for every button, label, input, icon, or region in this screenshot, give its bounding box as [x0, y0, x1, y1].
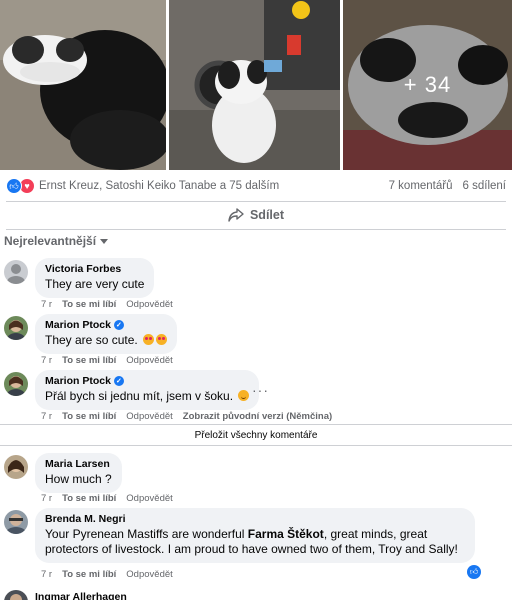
- more-photos-count: + 34: [403, 72, 452, 97]
- comment-text: Your Pyrenean Mastiffs are wonderful Far…: [45, 527, 465, 557]
- like-comment-button[interactable]: To se mi líbí: [62, 493, 116, 504]
- comment-time[interactable]: 7 r: [41, 411, 52, 422]
- reply-button[interactable]: Odpovědět: [126, 355, 172, 366]
- share-arrow-icon: [228, 208, 244, 222]
- comment-text: They are so cute.: [45, 333, 168, 348]
- like-comment-button[interactable]: To se mi líbí: [62, 355, 116, 366]
- comment-actions: 7 r To se mi líbí Odpovědět Zobrazit pův…: [41, 411, 332, 422]
- comment-bubble: Marion Ptock ✓ Přál bych si jednu mít, j…: [35, 370, 260, 410]
- comment-text-body: They are so cute.: [45, 333, 138, 347]
- comment-bubble: Victoria Forbes They are very cute: [35, 258, 155, 298]
- comment-author-row: Marion Ptock ✓: [45, 375, 249, 387]
- comment-like-reaction-icon[interactable]: 👍︎: [467, 565, 481, 579]
- comment: Ingmar Allerhagen: [4, 588, 127, 600]
- comment-actions: 7 r To se mi líbí Odpovědět: [41, 299, 173, 310]
- comment-actions: 7 r To se mi líbí Odpovědět: [41, 355, 173, 366]
- avatar[interactable]: [4, 590, 28, 600]
- photo-puppy-with-toy[interactable]: [169, 0, 340, 170]
- translate-all-button[interactable]: Přeložit všechny komentáře: [0, 424, 512, 446]
- comment-text-part: Your Pyrenean Mastiffs are wonderful: [45, 527, 248, 541]
- comment: Victoria Forbes They are very cute: [4, 258, 155, 298]
- reaction-icons[interactable]: 👍︎ ♥: [6, 178, 35, 194]
- comment-sort-dropdown[interactable]: Nejrelevantnější: [4, 232, 109, 250]
- comment-bubble: Marion Ptock ✓ They are so cute.: [35, 314, 178, 354]
- comment-time[interactable]: 7 r: [41, 355, 52, 366]
- comment-text-body: Přál bych si jednu mít, jsem v šoku.: [45, 389, 234, 403]
- reply-button[interactable]: Odpovědět: [126, 411, 172, 422]
- share-button[interactable]: Sdílet: [0, 202, 512, 228]
- comment-author[interactable]: Maria Larsen: [45, 458, 112, 470]
- heart-eyes-emoji-icon: [156, 334, 168, 345]
- see-original-link[interactable]: Zobrazit původní verzi (Němčina): [183, 411, 332, 422]
- reply-button[interactable]: Odpovědět: [126, 299, 172, 310]
- shares-count-link[interactable]: 6 sdílení: [463, 180, 506, 192]
- photo-grid: + 34: [0, 0, 512, 170]
- photo-sleeping-puppies[interactable]: + 34: [343, 0, 512, 170]
- share-label: Sdílet: [249, 208, 285, 222]
- reply-button[interactable]: Odpovědět: [126, 569, 172, 580]
- avatar[interactable]: [4, 316, 28, 340]
- reply-button[interactable]: Odpovědět: [126, 493, 172, 504]
- comment: Marion Ptock ✓ Přál bych si jednu mít, j…: [4, 370, 260, 410]
- reaction-names[interactable]: Ernst Kreuz, Satoshi Keiko Tanabe a 75 d…: [39, 180, 279, 192]
- smile-emoji-icon: [238, 390, 250, 401]
- comment-author[interactable]: Victoria Forbes: [45, 263, 144, 275]
- comment-time[interactable]: 7 r: [41, 299, 52, 310]
- chevron-down-icon: [100, 239, 109, 244]
- divider: [6, 229, 506, 230]
- like-comment-button[interactable]: To se mi líbí: [62, 569, 116, 580]
- avatar[interactable]: [4, 372, 28, 396]
- verified-badge-icon: ✓: [113, 320, 124, 330]
- comment-author[interactable]: Ingmar Allerhagen: [35, 591, 127, 600]
- more-photos-overlay[interactable]: + 34: [343, 0, 512, 170]
- translate-all-label: Přeložit všechny komentáře: [194, 429, 318, 441]
- comments-count-link[interactable]: 7 komentářů: [389, 180, 453, 192]
- comment: Marion Ptock ✓ They are so cute.: [4, 314, 178, 354]
- mentioned-page-link[interactable]: Farma Štěkot: [248, 527, 324, 541]
- comment-author-row: Marion Ptock ✓: [45, 319, 167, 331]
- comment: Brenda M. Negri Your Pyrenean Mastiffs a…: [4, 508, 475, 563]
- comment: Maria Larsen How much ?: [4, 453, 122, 493]
- comment-text: How much ?: [45, 472, 112, 486]
- avatar[interactable]: [4, 455, 28, 479]
- comment-time[interactable]: 7 r: [41, 493, 52, 504]
- reaction-summary: 👍︎ ♥ Ernst Kreuz, Satoshi Keiko Tanabe a…: [0, 172, 512, 200]
- like-reaction-icon: 👍︎: [6, 178, 22, 194]
- comment-text: They are very cute: [45, 277, 145, 291]
- heart-eyes-emoji-icon: [143, 334, 155, 345]
- avatar[interactable]: [4, 510, 28, 534]
- comment-bubble: Ingmar Allerhagen: [35, 588, 127, 600]
- verified-badge-icon: ✓: [113, 376, 124, 386]
- comment-text: Přál bych si jednu mít, jsem v šoku.: [45, 389, 250, 404]
- comment-author[interactable]: Brenda M. Negri: [45, 513, 465, 525]
- comment-bubble: Brenda M. Negri Your Pyrenean Mastiffs a…: [35, 508, 475, 563]
- like-comment-button[interactable]: To se mi líbí: [62, 299, 116, 310]
- comment-time[interactable]: 7 r: [41, 569, 52, 580]
- comment-author[interactable]: Marion Ptock: [45, 319, 111, 331]
- avatar[interactable]: [4, 260, 28, 284]
- more-options-icon[interactable]: ···: [252, 382, 269, 398]
- like-comment-button[interactable]: To se mi líbí: [62, 411, 116, 422]
- comment-actions: 7 r To se mi líbí Odpovědět: [41, 493, 173, 504]
- comment-bubble: Maria Larsen How much ?: [35, 453, 122, 493]
- sort-label: Nejrelevantnější: [4, 234, 97, 248]
- photo-puppy-with-mother[interactable]: [0, 0, 167, 170]
- comment-author[interactable]: Marion Ptock: [45, 375, 111, 387]
- comment-actions: 7 r To se mi líbí Odpovědět: [41, 569, 173, 580]
